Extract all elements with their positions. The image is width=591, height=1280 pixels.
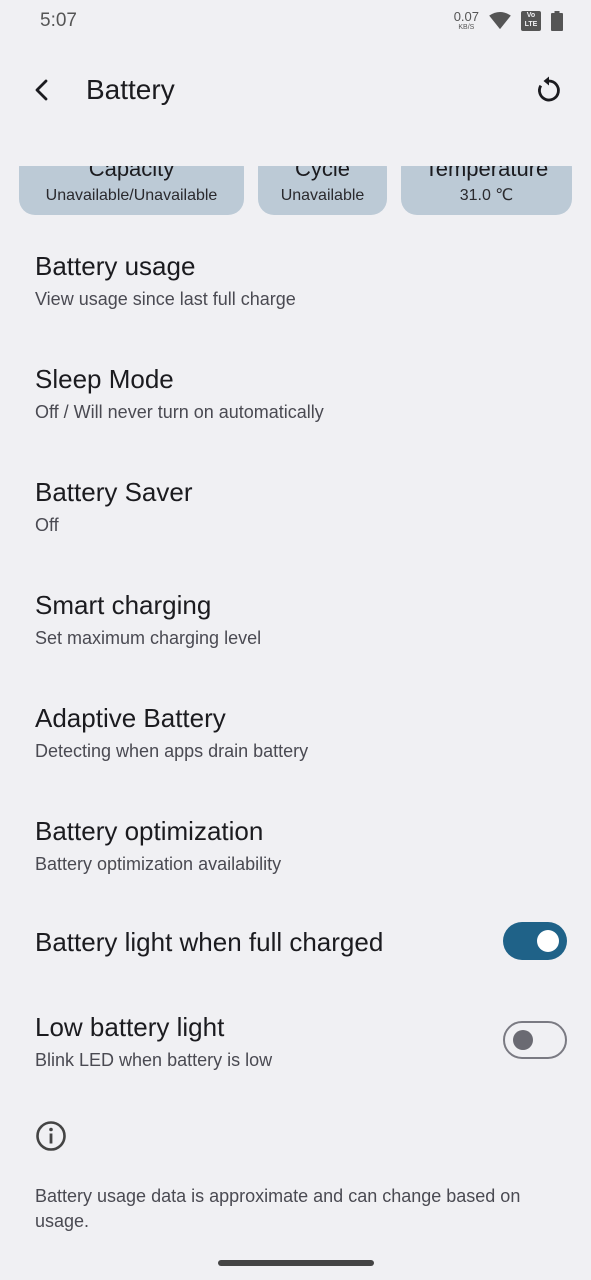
back-button[interactable] [24, 72, 60, 108]
setting-subtitle: Detecting when apps drain battery [35, 741, 309, 761]
status-icons: 0.07 KB/S Vo LTE [454, 10, 563, 31]
reset-button[interactable] [529, 70, 569, 110]
info-icon [36, 1121, 66, 1151]
toggle-row-full-charged-light[interactable]: Battery light when full charged [0, 910, 591, 982]
setting-battery-optimization[interactable]: Battery optimization Battery optimizatio… [0, 797, 591, 907]
full-charged-light-switch[interactable] [503, 922, 567, 960]
switch-knob [513, 1030, 533, 1050]
setting-title: Adaptive Battery [35, 703, 226, 733]
network-speed: 0.07 KB/S [454, 10, 479, 31]
setting-subtitle: Off [35, 515, 59, 535]
home-indicator[interactable] [218, 1260, 374, 1266]
setting-subtitle: Set maximum charging level [35, 628, 262, 648]
volte-icon: Vo LTE [521, 10, 541, 31]
setting-adaptive-battery[interactable]: Adaptive Battery Detecting when apps dra… [0, 684, 591, 794]
setting-battery-saver[interactable]: Battery Saver Off [0, 458, 591, 568]
status-time: 5:07 [40, 10, 77, 31]
battery-icon [551, 10, 563, 31]
network-speed-value: 0.07 [453, 9, 479, 24]
temperature-value: 31.0 ℃ [459, 187, 514, 204]
setting-subtitle: Battery optimization availability [35, 854, 282, 874]
reset-icon [538, 76, 560, 102]
capacity-value: Unavailable/Unavailable [45, 187, 218, 204]
network-speed-unit: KB/S [458, 24, 475, 31]
setting-title: Battery usage [35, 251, 196, 281]
switch-knob [537, 930, 559, 952]
setting-subtitle: Off / Will never turn on automatically [35, 402, 324, 422]
setting-subtitle: View usage since last full charge [35, 289, 296, 309]
toggle-title: Low battery light [35, 1012, 225, 1042]
cycle-label: Cycle [294, 166, 350, 181]
page-title: Battery [86, 74, 175, 105]
temperature-label: Temperature [424, 166, 549, 181]
footer-note: Battery usage data is approximate and ca… [35, 1186, 521, 1231]
setting-title: Battery optimization [35, 816, 264, 846]
setting-battery-usage[interactable]: Battery usage View usage since last full… [0, 232, 591, 342]
status-bar: 5:07 0.07 KB/S Vo LTE [0, 0, 591, 44]
toggle-row-low-battery-light[interactable]: Low battery light Blink LED when battery… [0, 995, 591, 1095]
battery-info-chips: Capacity Unavailable/Unavailable Cycle U… [0, 166, 591, 216]
setting-title: Sleep Mode [35, 364, 174, 394]
setting-sleep-mode[interactable]: Sleep Mode Off / Will never turn on auto… [0, 345, 591, 455]
capacity-chip: Capacity Unavailable/Unavailable [19, 166, 244, 215]
back-arrow-icon [35, 79, 48, 101]
temperature-chip: Temperature 31.0 ℃ [401, 166, 572, 215]
toggle-subtitle: Blink LED when battery is low [35, 1050, 273, 1070]
setting-smart-charging[interactable]: Smart charging Set maximum charging leve… [0, 571, 591, 681]
setting-title: Smart charging [35, 590, 212, 620]
setting-title: Battery Saver [35, 477, 193, 507]
toggle-title: Battery light when full charged [35, 927, 384, 957]
capacity-label: Capacity [88, 166, 175, 181]
cycle-chip: Cycle Unavailable [258, 166, 387, 215]
low-battery-light-switch[interactable] [503, 1021, 567, 1059]
cycle-value: Unavailable [280, 187, 365, 204]
app-bar: Battery [0, 60, 591, 120]
wifi-icon [489, 11, 511, 29]
